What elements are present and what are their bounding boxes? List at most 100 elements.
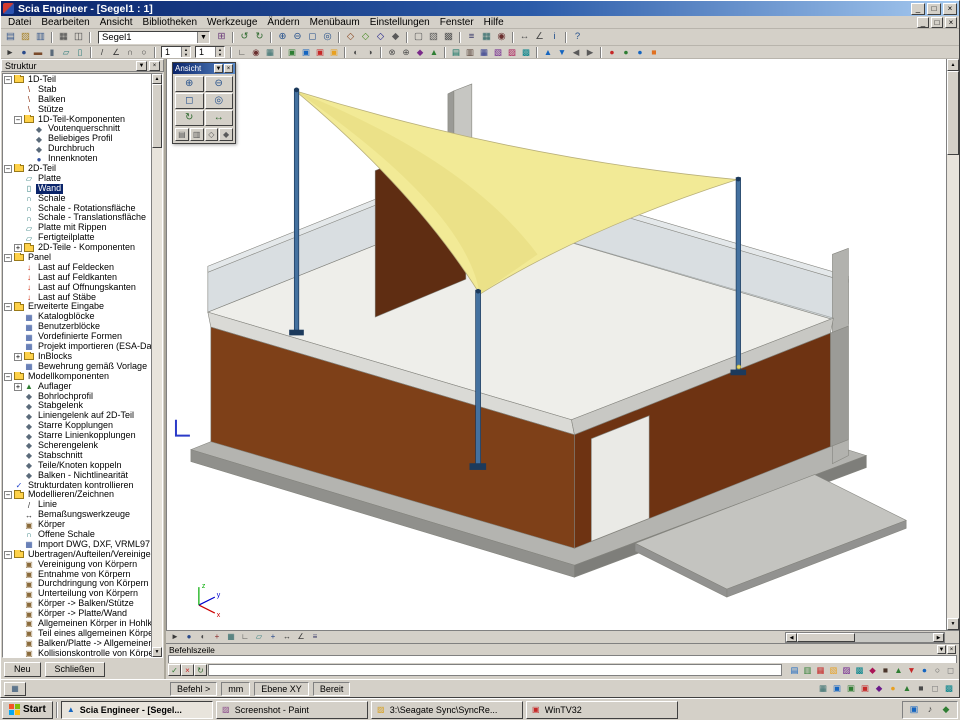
cmd-tool-4-icon[interactable]: ▼ xyxy=(905,664,918,676)
measure-angle-icon[interactable]: ∠ xyxy=(532,30,547,44)
scroll-thumb[interactable] xyxy=(947,71,959,155)
view-axonometric-icon[interactable]: ◆ xyxy=(388,30,403,44)
tree-item-platte[interactable]: ▱Platte xyxy=(3,174,151,184)
snap-settings-icon[interactable]: ◉ xyxy=(494,30,509,44)
mast-left[interactable] xyxy=(294,89,298,334)
command-input[interactable] xyxy=(208,664,782,676)
tree-item-last-auf-ffnungskanten[interactable]: ↓Last auf Öffnungskanten xyxy=(3,283,151,293)
tree-item-scherengelenk[interactable]: ◆Scherengelenk xyxy=(3,441,151,451)
dot-blue-icon[interactable]: ● xyxy=(633,46,647,58)
tree-item-schale-translationsfl-che[interactable]: ∩Schale - Translationsfläche xyxy=(3,213,151,223)
layers-icon[interactable]: ≡ xyxy=(464,30,479,44)
flag-icon[interactable]: ▲ xyxy=(427,46,441,58)
menu-ansicht[interactable]: Ansicht xyxy=(95,17,138,28)
status-tool-7-icon[interactable]: ▲ xyxy=(900,682,914,695)
tree-item-beliebiges-profil[interactable]: ◆Beliebiges Profil xyxy=(3,134,151,144)
task-3-seagate-sync-syncre[interactable]: ▨3:\Seagate Sync\SyncRe... xyxy=(371,701,523,719)
status-tool-3-icon[interactable]: ▣ xyxy=(844,682,858,695)
tree-item-schale-rotationsfl-che[interactable]: ∩Schale - Rotationsfläche xyxy=(3,204,151,214)
mast-left-base[interactable] xyxy=(290,330,304,335)
befehlszeile-header[interactable]: Befehlszeile ▼ × xyxy=(166,644,959,655)
zoom-in-icon[interactable]: ⊕ xyxy=(275,30,290,44)
tree-item-durchdringung-von-k-rpern[interactable]: ▣Durchdringung von Körpern xyxy=(3,579,151,589)
tree-item-1d-teil[interactable]: −1D-Teil xyxy=(3,75,151,85)
expand-box-icon[interactable]: + xyxy=(14,353,22,361)
combine-icon[interactable]: ⊗ xyxy=(385,46,399,58)
viewport-hscrollbar[interactable]: ◀ ▶ xyxy=(785,632,945,643)
title-bar[interactable]: Scia Engineer - [Segel1 : 1] _ □ × xyxy=(1,1,959,16)
tree-item-bewehrung-gem-vorlage[interactable]: ▦Bewehrung gemäß Vorlage xyxy=(3,362,151,372)
arrow-left-icon[interactable]: ◀ xyxy=(569,46,583,58)
tree-item-1d-teil-komponenten[interactable]: −1D-Teil-Komponenten xyxy=(3,115,151,125)
redo-icon[interactable]: ↻ xyxy=(252,30,267,44)
scroll-track[interactable] xyxy=(855,633,933,642)
tree-item-bertragen-aufteilen-vereinigen[interactable]: −Übertragen/Aufteilen/Vereinigen xyxy=(3,550,151,560)
tree-item-modellieren-zeichnen[interactable]: −Modellieren/Zeichnen xyxy=(3,490,151,500)
tree-item-auflager[interactable]: +▲Auflager xyxy=(3,382,151,392)
view-front-icon[interactable]: ◇ xyxy=(358,30,373,44)
view-axo-icon[interactable]: ◆ xyxy=(219,128,233,141)
new-project-icon[interactable]: ▤ xyxy=(3,30,18,44)
ansicht-palette-header[interactable]: Ansicht ▼ × xyxy=(173,63,235,74)
cmd-view-1-icon[interactable]: ▤ xyxy=(788,664,801,676)
print-icon[interactable]: ▦ xyxy=(56,30,71,44)
tree-item-st-tze[interactable]: \Stütze xyxy=(3,105,151,115)
cmd-view-2-icon[interactable]: ▥ xyxy=(801,664,814,676)
tree-item-last-auf-feldecken[interactable]: ↓Last auf Feldecken xyxy=(3,263,151,273)
ansicht-palette[interactable]: Ansicht ▼ × ⊕⊖◻◎↻↔ ▤▥◇◆ xyxy=(172,62,236,144)
tree-item-balken[interactable]: \Balken xyxy=(3,95,151,105)
zoom-in-icon[interactable]: ⊕ xyxy=(175,76,204,92)
tree-item-unterteilung-von-k-rpern[interactable]: ▣Unterteilung von Körpern xyxy=(3,589,151,599)
tree-item-teil-eines-allgemeinen-k-rpers-zu-ba[interactable]: ▣Teil eines allgemeinen Körpers zu Ba xyxy=(3,629,151,639)
cmd-tool-3-icon[interactable]: ▲ xyxy=(892,664,905,676)
scroll-thumb[interactable] xyxy=(152,84,162,148)
arrow-right-icon[interactable]: ▶ xyxy=(583,46,597,58)
tree-item-inblocks[interactable]: +InBlocks xyxy=(3,352,151,362)
tree-item-vordefinierte-formen[interactable]: ▦Vordefinierte Formen xyxy=(3,332,151,342)
spinner-arrows-icon[interactable]: ▲▼ xyxy=(181,47,190,57)
zoom-window-icon[interactable]: ◻ xyxy=(175,93,204,109)
wireframe-mode-icon[interactable]: ▢ xyxy=(411,30,426,44)
table-4-icon[interactable]: ▧ xyxy=(491,46,505,58)
cmd-view-5-icon[interactable]: ▨ xyxy=(840,664,853,676)
tree-item-benutzerbl-cke[interactable]: ▦Benutzerblöcke xyxy=(3,322,151,332)
scroll-left-icon[interactable]: ◀ xyxy=(786,633,797,642)
table-6-icon[interactable]: ▩ xyxy=(519,46,533,58)
spinner-arrows-icon[interactable]: ▲▼ xyxy=(215,47,224,57)
command-repeat-icon[interactable]: ↻ xyxy=(194,664,207,676)
zoom-out-icon[interactable]: ⊖ xyxy=(205,76,234,92)
select-tool-icon[interactable]: ► xyxy=(3,46,17,58)
panel-dropdown-icon[interactable]: ▼ xyxy=(937,645,946,654)
status-tool-4-icon[interactable]: ▣ xyxy=(858,682,872,695)
struktur-panel-header[interactable]: Struktur ▼ × xyxy=(1,59,164,72)
tree-item-balken-nichtlinearit-t[interactable]: ◆Balken - Nichtlinearität xyxy=(3,471,151,481)
cursor-snap-icon[interactable]: ► xyxy=(168,632,182,643)
menu-bearbeiten[interactable]: Bearbeiten xyxy=(36,17,94,28)
menu-werkzeuge[interactable]: Werkzeuge xyxy=(202,17,262,28)
minimize-icon[interactable]: _ xyxy=(911,3,925,15)
ortho-toggle-icon[interactable]: ∟ xyxy=(235,46,249,58)
collapse-box-icon[interactable]: − xyxy=(4,491,12,499)
tree-item-katalogbl-cke[interactable]: ▦Katalogblöcke xyxy=(3,312,151,322)
menu-einstellungen[interactable]: Einstellungen xyxy=(365,17,435,28)
tree-item-offene-schale[interactable]: ∩Offene Schale xyxy=(3,530,151,540)
cmd-view-3-icon[interactable]: ▦ xyxy=(814,664,827,676)
collapse-box-icon[interactable]: − xyxy=(4,165,12,173)
palette-dropdown-icon[interactable]: ▼ xyxy=(214,64,223,73)
cmd-tool-5-icon[interactable]: ● xyxy=(918,664,931,676)
tree-item-projekt-importieren-esa-datei[interactable]: ▦Projekt importieren (ESA-Datei) xyxy=(3,342,151,352)
panel-dropdown-icon[interactable]: ▼ xyxy=(136,61,147,71)
mast-right[interactable] xyxy=(736,178,740,374)
scale-spinner-2[interactable]: 1 ▲▼ xyxy=(195,46,225,58)
status-tool-9-icon[interactable]: ◻ xyxy=(928,682,942,695)
circle-tool-icon[interactable]: ○ xyxy=(137,46,151,58)
tree-item-durchbruch[interactable]: ◆Durchbruch xyxy=(3,144,151,154)
zoom-window-icon[interactable]: ◻ xyxy=(305,30,320,44)
tree-item-2d-teile-komponenten[interactable]: +2D-Teile - Komponenten xyxy=(3,243,151,253)
tree-item-schale[interactable]: ∩Schale xyxy=(3,194,151,204)
open-project-icon[interactable]: ▨ xyxy=(18,30,33,44)
render-light-icon[interactable]: ◐ xyxy=(349,46,363,58)
view-front-icon[interactable]: ▥ xyxy=(190,128,204,141)
tree-item-strukturdaten-kontrollieren[interactable]: ✓Strukturdaten kontrollieren xyxy=(3,481,151,491)
table-2-icon[interactable]: ▥ xyxy=(463,46,477,58)
